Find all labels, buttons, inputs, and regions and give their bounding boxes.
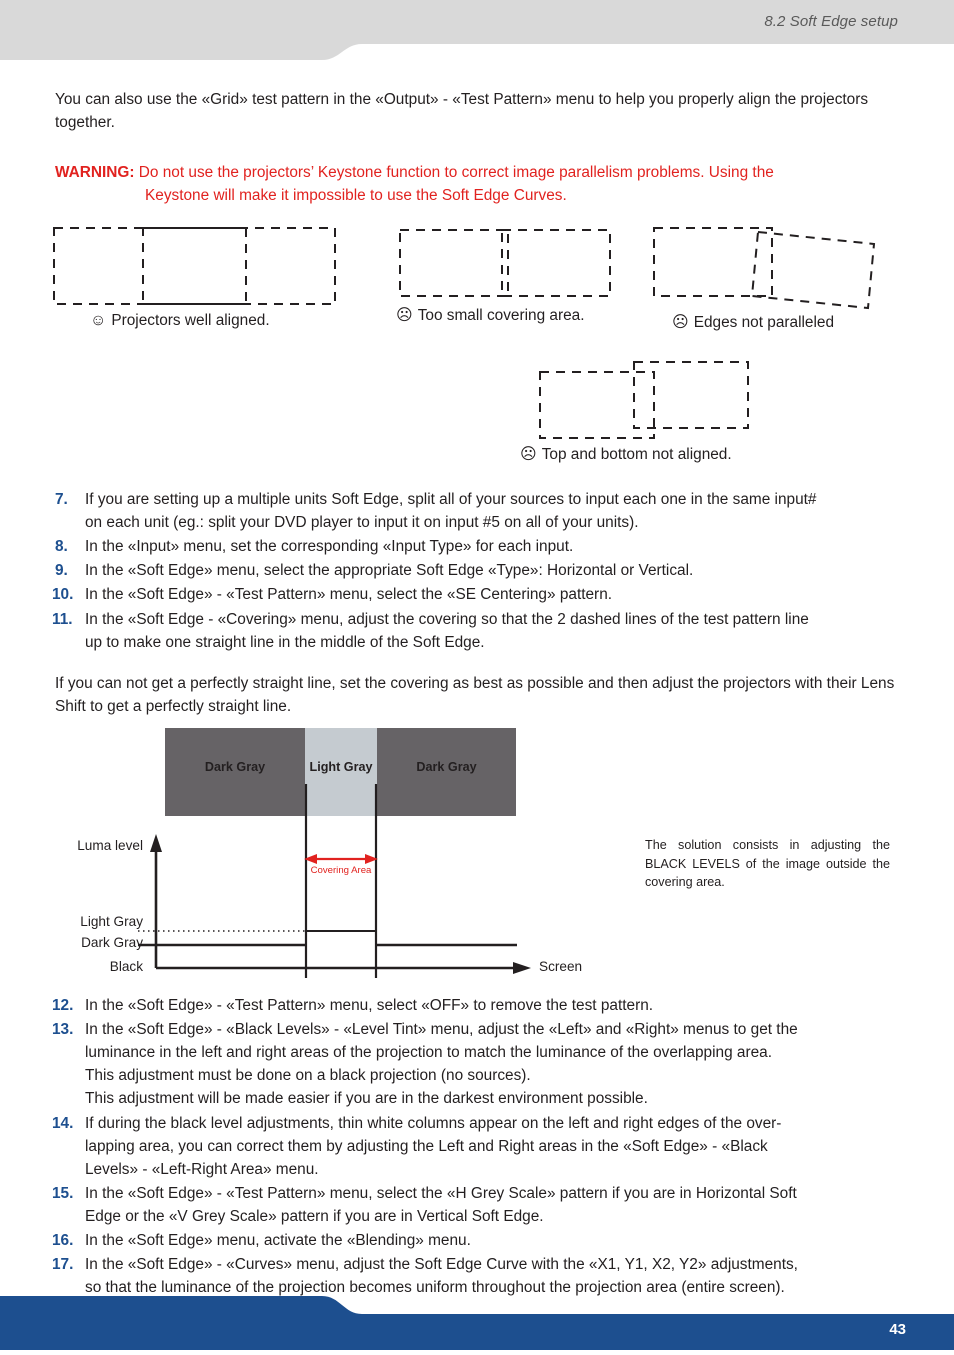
steps-lower-list: 12. In the «Soft Edge» - «Test Pattern» … [52, 994, 900, 1299]
step-line: In the «Soft Edge» - «Test Pattern» menu… [85, 1184, 797, 1202]
step-line: on each unit (eg.: split your DVD player… [85, 514, 639, 532]
middle-paragraph: If you can not get a perfectly straight … [55, 675, 895, 716]
smiley-face-icon: ☺ [90, 312, 107, 329]
step-line: In the «Soft Edge» - «Black Levels» - «L… [85, 1021, 798, 1039]
figure-well-aligned-diagram [53, 227, 336, 305]
list-item: 11. In the «Soft Edge - «Covering» menu,… [52, 608, 900, 654]
list-item: 17. In the «Soft Edge» - «Curves» menu, … [52, 1253, 900, 1299]
step-number: 13. [52, 1021, 74, 1039]
figure-caption-top-bottom-not-aligned: ☹ Top and bottom not aligned. [520, 444, 732, 464]
step-number: 10. [52, 586, 74, 604]
list-item: 14. If during the black level adjustment… [52, 1112, 900, 1181]
step-line: If you are setting up a multiple units S… [85, 491, 817, 508]
luma-y-axis-title: Luma level [77, 838, 143, 853]
figure-edges-not-paralleled-diagram [653, 227, 876, 310]
step-line: In the «Soft Edge - «Covering» menu, adj… [85, 610, 809, 628]
step-number: 11. [52, 610, 73, 628]
page-footer: 43 [0, 1296, 954, 1350]
page-content: You can also use the «Grid» test pattern… [55, 88, 900, 208]
step-number: 17. [52, 1256, 74, 1274]
luma-y-tick-dark-gray: Dark Gray [81, 935, 143, 950]
step-number: 8. [55, 538, 68, 556]
covering-area-label: Covering Area [310, 865, 372, 876]
list-item: 10. In the «Soft Edge» - «Test Pattern» … [52, 583, 900, 606]
band-label-light-gray-center: Light Gray [309, 760, 373, 774]
list-item: 9. In the «Soft Edge» menu, select the a… [55, 559, 900, 582]
warning-line-1: Do not use the projectors’ Keystone func… [138, 163, 774, 181]
figure-caption-edges-not-paralleled: ☹ Edges not paralleled [672, 312, 834, 332]
warning-block: WARNING: Do not use the projectors’ Keys… [55, 161, 900, 208]
warning-line-2: Keystone will make it impossible to use … [145, 187, 567, 205]
step-line: up to make one straight line in the midd… [85, 633, 485, 651]
header-shape [0, 0, 954, 60]
step-line: This adjustment must be done on a black … [85, 1067, 531, 1085]
step-line: If during the black level adjustments, t… [85, 1114, 782, 1132]
step-line: lapping area, you can correct them by ad… [85, 1137, 768, 1155]
list-item: 7. If you are setting up a multiple unit… [55, 488, 900, 534]
header-title: 8.2 Soft Edge setup [764, 13, 898, 30]
figure-caption-text: Too small covering area. [417, 307, 585, 324]
list-item: 16. In the «Soft Edge» menu, activate th… [52, 1229, 900, 1252]
list-item: 15. In the «Soft Edge» - «Test Pattern» … [52, 1182, 900, 1228]
step-number: 7. [55, 491, 68, 508]
step-line: In the «Soft Edge» - «Curves» menu, adju… [85, 1256, 798, 1274]
figure-caption-text: Edges not paralleled [693, 314, 835, 331]
step-number: 12. [52, 997, 74, 1014]
luma-y-tick-light-gray: Light Gray [80, 914, 143, 929]
steps-upper-container: 7. If you are setting up a multiple unit… [52, 488, 900, 655]
intro-paragraph: You can also use the «Grid» test pattern… [55, 91, 869, 132]
luma-side-note: The solution consists in adjusting the B… [645, 838, 890, 890]
step-line: This adjustment will be made easier if y… [85, 1090, 648, 1108]
band-label-dark-gray-left: Dark Gray [204, 760, 266, 774]
middle-paragraph-container: If you can not get a perfectly straight … [55, 672, 900, 719]
footer-shape [0, 1296, 954, 1350]
steps-lower-container: 12. In the «Soft Edge» - «Test Pattern» … [52, 994, 900, 1300]
step-line: In the «Soft Edge» - «Test Pattern» menu… [85, 586, 613, 604]
step-number: 9. [55, 562, 68, 580]
frowny-face-icon: ☹ [520, 446, 537, 463]
figure-too-small-covering-diagram [399, 229, 611, 297]
frowny-face-icon: ☹ [672, 314, 689, 331]
list-item: 8. In the «Input» menu, set the correspo… [55, 535, 900, 558]
step-line: In the «Soft Edge» menu, select the appr… [85, 562, 694, 580]
step-number: 14. [52, 1114, 74, 1132]
frowny-face-icon: ☹ [396, 307, 413, 324]
step-line: In the «Input» menu, set the correspondi… [85, 538, 574, 556]
warning-label: WARNING: [55, 163, 135, 181]
figure-caption-text: Projectors well aligned. [111, 312, 270, 329]
band-label-dark-gray-right: Dark Gray [416, 760, 477, 774]
step-number: 15. [52, 1184, 74, 1202]
figure-caption-text: Top and bottom not aligned. [541, 446, 732, 463]
step-line: Edge or the «V Grey Scale» pattern if yo… [85, 1207, 544, 1225]
list-item: 13. In the «Soft Edge» - «Black Levels» … [52, 1018, 900, 1110]
step-line: luminance in the left and right areas of… [85, 1044, 773, 1062]
page-header: 8.2 Soft Edge setup [0, 0, 954, 62]
step-line: In the «Soft Edge» - «Test Pattern» menu… [85, 997, 654, 1014]
luma-y-tick-black: Black [109, 959, 143, 974]
step-line: In the «Soft Edge» menu, activate the «B… [85, 1232, 471, 1250]
step-number: 16. [52, 1232, 74, 1250]
page-number: 43 [889, 1321, 906, 1338]
list-item: 12. In the «Soft Edge» - «Test Pattern» … [52, 994, 900, 1017]
figure-caption-well-aligned: ☺ Projectors well aligned. [90, 312, 270, 330]
step-line: Levels» - «Left-Right Area» menu. [85, 1160, 319, 1178]
figure-top-bottom-not-aligned-diagram [539, 361, 749, 439]
luma-level-diagram: Dark Gray Light Gray Dark Gray Luma leve… [55, 728, 900, 988]
luma-x-axis-title: Screen [539, 959, 583, 974]
figure-caption-too-small-covering: ☹ Too small covering area. [396, 305, 585, 325]
steps-upper-list: 7. If you are setting up a multiple unit… [52, 488, 900, 654]
